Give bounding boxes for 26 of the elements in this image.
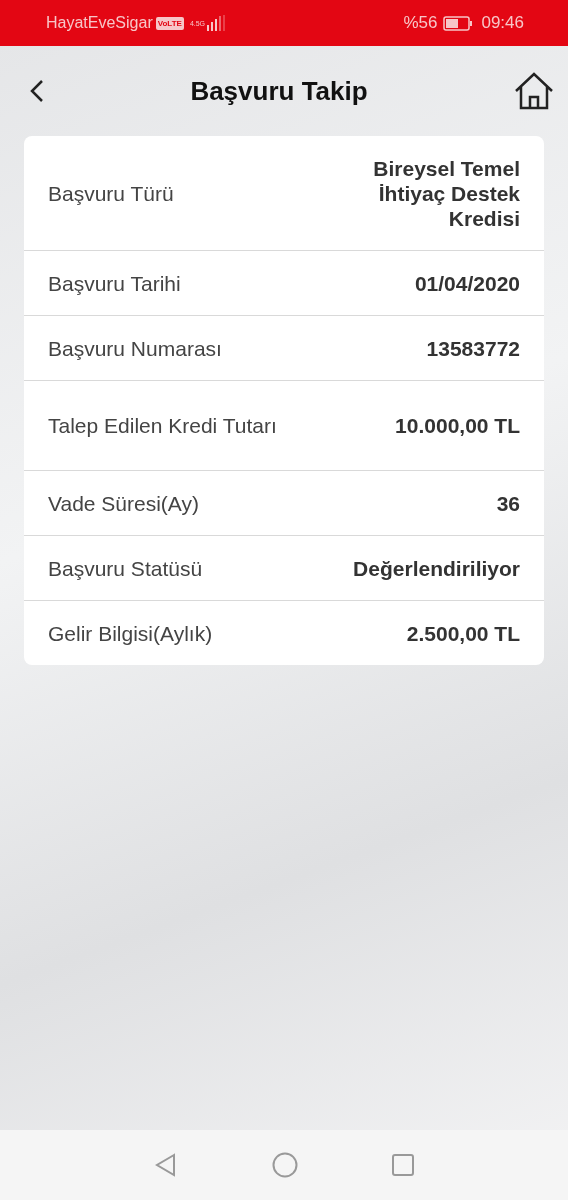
detail-value: 36 (496, 490, 520, 516)
detail-value: 2.500,00 TL (406, 620, 520, 646)
home-icon[interactable] (514, 72, 554, 110)
detail-label: Başvuru Numarası (48, 335, 223, 361)
volte-badge: VoLTE (155, 16, 184, 30)
detail-label: Vade Süresi(Ay) (48, 490, 200, 516)
back-nav-icon[interactable] (154, 1153, 178, 1177)
battery-icon (443, 15, 474, 31)
detail-label: Başvuru Statüsü (48, 555, 204, 581)
detail-value: 01/04/2020 (414, 270, 520, 296)
signal-icon (207, 15, 226, 31)
back-icon[interactable] (30, 79, 44, 103)
detail-value: Bireysel Temel İhtiyaç Destek Kredisi (372, 155, 520, 231)
page-title: Başvuru Takip (190, 75, 368, 107)
carrier-name: HayatEveSigar (46, 14, 153, 32)
clock-time: 09:46 (481, 13, 524, 33)
detail-value: 13583772 (426, 335, 520, 361)
detail-label: Başvuru Türü (48, 180, 175, 206)
recents-nav-icon[interactable] (392, 1154, 414, 1176)
detail-label: Gelir Bilgisi(Aylık) (48, 620, 214, 646)
detail-label: Talep Edilen Kredi Tutarı (48, 413, 278, 438)
detail-label: Başvuru Tarihi (48, 270, 182, 296)
home-nav-icon[interactable] (272, 1152, 298, 1178)
battery-percent: %56 (403, 13, 438, 33)
detail-value: 10.000,00 TL (395, 413, 520, 438)
detail-value: Değerlendiriliyor (353, 555, 520, 581)
